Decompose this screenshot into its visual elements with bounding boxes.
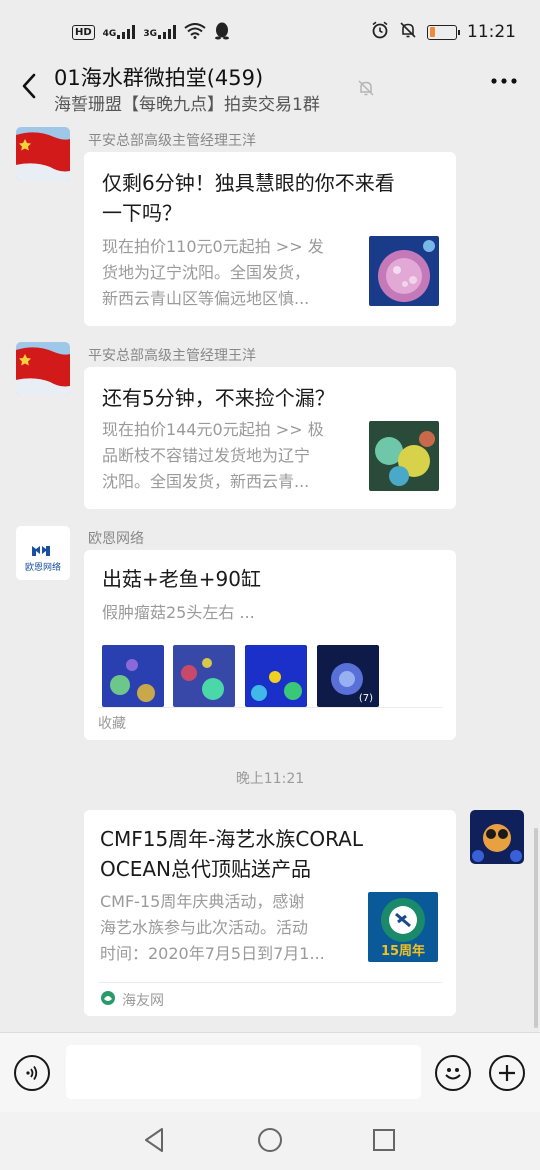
system-nav-bar (0, 1112, 540, 1170)
signal-3g-icon: 3G (143, 25, 176, 39)
source-logo-icon (100, 990, 116, 1010)
status-left: HD 4G 3G (72, 22, 230, 43)
card-footer: 收藏 (98, 716, 126, 732)
hd-badge: HD (72, 24, 95, 40)
sender-name: 平安总部高级主管经理王洋 (88, 133, 256, 149)
chat-title[interactable]: 01海水群微拍堂(459) (54, 62, 263, 92)
tank-photo (245, 645, 307, 707)
nav-back-icon[interactable] (140, 1126, 168, 1154)
emoji-icon[interactable] (435, 1055, 471, 1091)
favorite-card[interactable]: 出菇+老鱼+90缸 假肿瘤菇25头左右 ... (7) 收藏 (84, 550, 456, 740)
card-title-line: OCEAN总代顶贴送产品 (100, 857, 311, 881)
avatar-caption: 欧恩网络 (24, 563, 61, 573)
status-right: 11:21 (371, 21, 516, 44)
card-title-line: CMF15周年-海艺水族CORAL (100, 827, 364, 851)
input-bar (0, 1032, 540, 1112)
tank-photo: (7) (317, 645, 379, 707)
mute-status-icon (399, 21, 417, 44)
card-desc-line: 品断枝不容错过发货地为辽宁 (102, 446, 311, 465)
wifi-icon (184, 22, 206, 42)
card-desc-line: 货地为辽宁沈阳。全国发货， (102, 263, 311, 282)
event-thumbnail: 15周年 (368, 892, 438, 962)
card-desc-line: 假肿瘤菇25头左右 ... (102, 603, 255, 622)
source-row: 海友网 (100, 990, 164, 1010)
card-title-line: 还有5分钟，不来捡个漏？ (102, 386, 335, 410)
plus-icon[interactable] (489, 1055, 525, 1091)
message-list[interactable]: 平安总部高级主管经理王洋 仅剩6分钟！独具慧眼的你不来看 一下吗？ 现在拍价11… (0, 118, 540, 1030)
nav-home-icon[interactable] (256, 1126, 284, 1154)
bell-off-icon (356, 78, 376, 98)
divider (98, 707, 442, 708)
alarm-icon (371, 21, 389, 44)
tank-photo (173, 645, 235, 707)
avatar[interactable] (470, 810, 524, 864)
timestamp: 晚上11:21 (235, 771, 305, 787)
avatar[interactable]: 欧恩网络 (16, 526, 70, 580)
card-title-line: 仅剩6分钟！独具慧眼的你不来看 (102, 171, 395, 195)
link-card[interactable]: 还有5分钟，不来捡个漏？ 现在拍价144元0元起拍 >> 极 品断枝不容错过发货… (84, 367, 456, 509)
signal-4g-icon: 4G (103, 25, 136, 39)
tank-photo (102, 645, 164, 707)
qq-icon (214, 22, 230, 43)
coral-thumbnail (369, 421, 439, 491)
voice-icon[interactable] (14, 1055, 50, 1091)
message-input[interactable] (66, 1045, 421, 1099)
chat-header: 01海水群微拍堂(459) 海誓珊盟【每晚九点】拍卖交易1群 (0, 58, 540, 115)
status-time: 11:21 (467, 22, 516, 42)
image-count: (7) (358, 693, 373, 704)
card-desc-line: 沈阳。全国发货，新西云青... (102, 472, 310, 491)
chat-subtitle: 海誓珊盟【每晚九点】拍卖交易1群 (54, 95, 320, 115)
card-desc-line: 时间：2020年7月5日到7月1... (100, 944, 325, 963)
avatar[interactable] (16, 342, 70, 396)
status-bar: HD 4G 3G 11:21 (0, 0, 540, 64)
card-desc-line: 新西云青山区等偏远地区慎... (102, 289, 310, 308)
nav-recents-icon[interactable] (370, 1126, 398, 1154)
sender-name: 欧恩网络 (88, 531, 144, 547)
link-card[interactable]: 仅剩6分钟！独具慧眼的你不来看 一下吗？ 现在拍价110元0元起拍 >> 发 货… (84, 152, 456, 326)
card-title-line: 出菇+老鱼+90缸 (102, 567, 261, 591)
chevron-left-icon[interactable] (14, 68, 44, 104)
card-desc-line: CMF-15周年庆典活动，感谢 (100, 892, 305, 911)
avatar[interactable] (16, 127, 70, 181)
more-icon[interactable] (490, 68, 518, 101)
card-title-line: 一下吗？ (102, 201, 182, 225)
source-name: 海友网 (122, 993, 164, 1009)
thumb-caption: 15周年 (380, 944, 426, 959)
divider (98, 982, 442, 983)
card-desc-line: 现在拍价110元0元起拍 >> 发 (102, 237, 324, 256)
card-desc-line: 现在拍价144元0元起拍 >> 极 (102, 420, 324, 439)
link-card[interactable]: CMF15周年-海艺水族CORAL OCEAN总代顶贴送产品 CMF-15周年庆… (84, 810, 456, 1016)
scrollbar[interactable] (534, 828, 538, 1028)
sender-name: 平安总部高级主管经理王洋 (88, 348, 256, 364)
card-desc-line: 海艺水族参与此次活动。活动 (100, 918, 309, 937)
coral-thumbnail (369, 236, 439, 306)
battery-icon (427, 24, 460, 40)
